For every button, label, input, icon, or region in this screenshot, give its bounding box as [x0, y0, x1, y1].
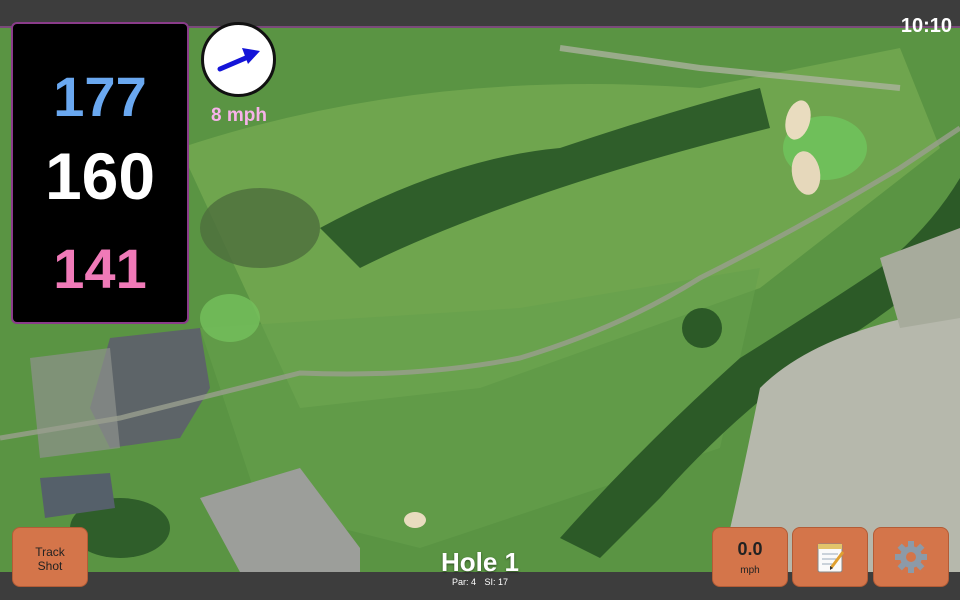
wind-readout-unit: mph	[740, 565, 760, 576]
track-shot-label-line2: Shot	[37, 559, 63, 573]
middle-distance: 160	[44, 139, 156, 213]
hole-title: Hole 1	[440, 547, 520, 577]
settings-button[interactable]	[873, 527, 949, 587]
gear-icon	[895, 541, 927, 573]
wind-speed-label: 8 mph	[211, 105, 267, 126]
status-clock: 10:10	[900, 15, 952, 37]
track-shot-label-line1: Track	[35, 545, 65, 559]
arrow-right-icon	[217, 48, 260, 72]
back-distance: 177	[53, 65, 147, 128]
wind-compass[interactable]	[201, 22, 276, 97]
hole-par: Par: 4	[451, 577, 476, 587]
hole-stroke-index: SI: 17	[484, 577, 509, 587]
distance-panel: 177 160 141	[11, 22, 189, 324]
hole-info: Par: 4 SI: 17	[380, 577, 580, 587]
notepad-icon	[817, 543, 845, 573]
front-distance: 141	[53, 237, 147, 300]
wind-readout-button[interactable]: 0.0 mph	[712, 527, 788, 587]
track-shot-button[interactable]: Track Shot	[12, 527, 88, 587]
wind-readout-value: 0.0	[737, 539, 763, 559]
scorecard-button[interactable]	[792, 527, 868, 587]
